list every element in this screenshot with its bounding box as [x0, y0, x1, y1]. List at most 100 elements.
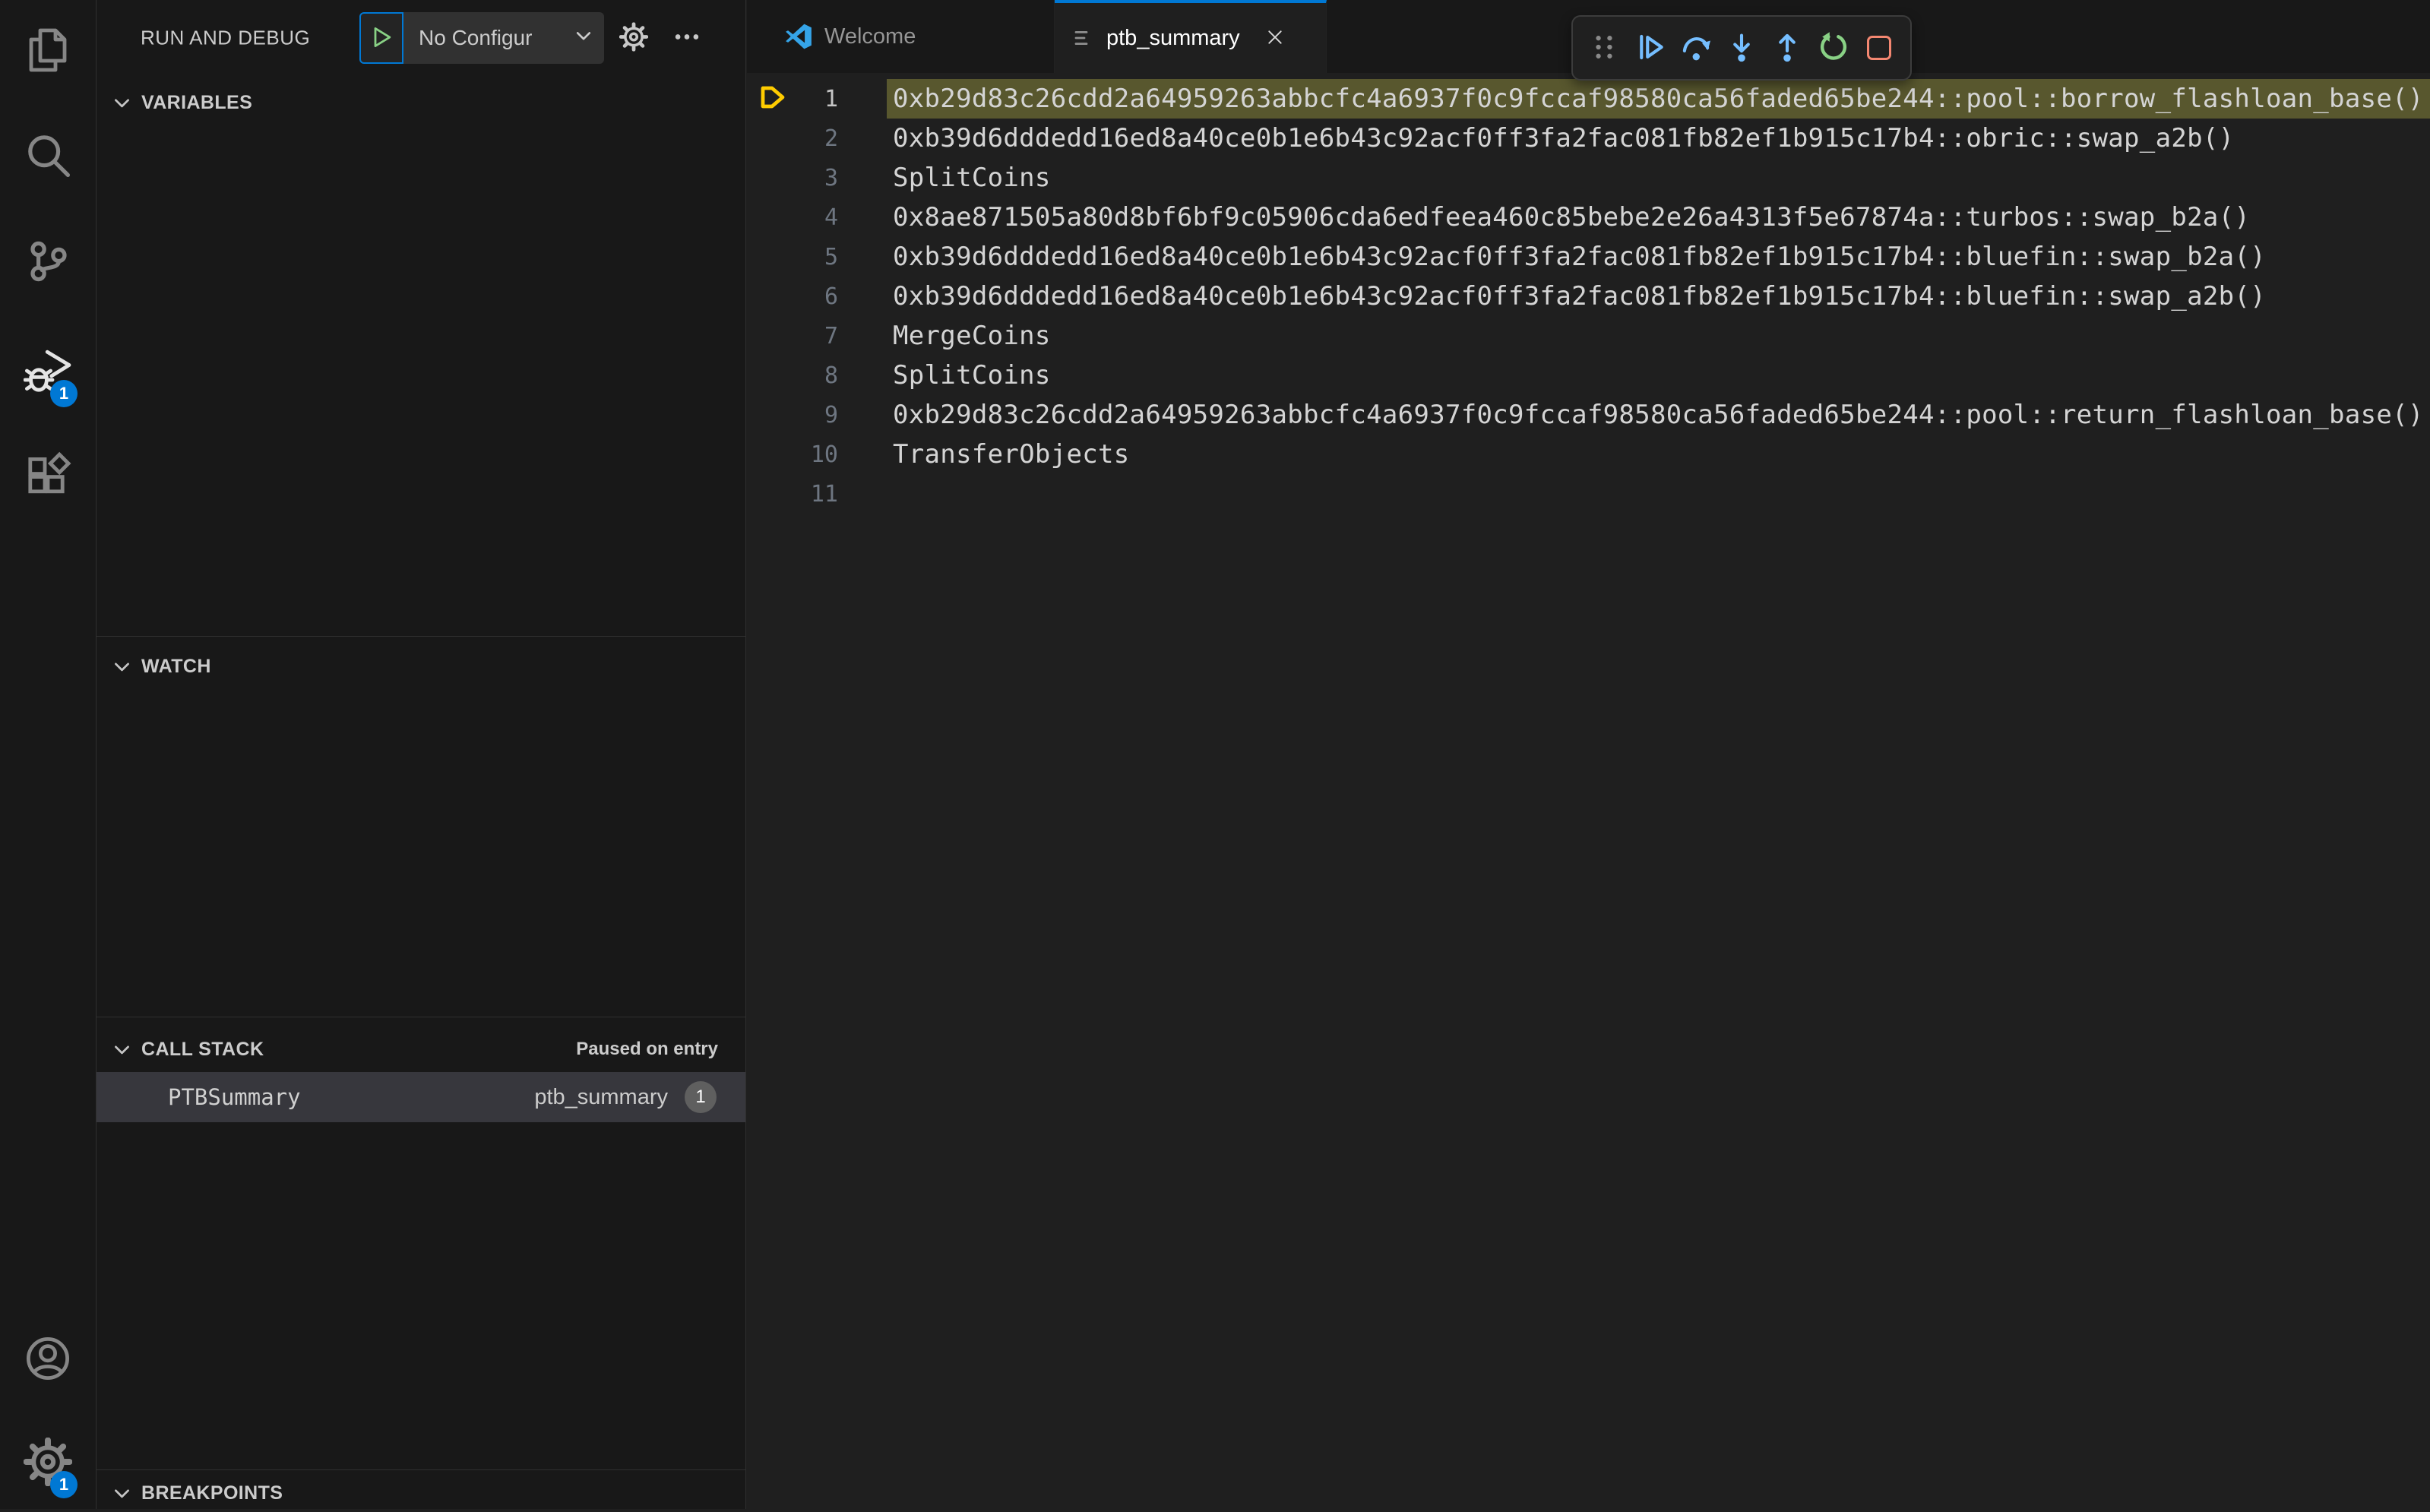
pause-status: Paused on entry: [576, 1039, 718, 1059]
code-text[interactable]: 0xb39d6dddedd16ed8a40ce0b1e6b43c92acf0ff…: [887, 119, 2430, 158]
code-line: 1 0xb29d83c26cdd2a64959263abbcfc4a6937f0…: [747, 79, 2430, 119]
account-button[interactable]: [0, 1311, 96, 1409]
search-icon: [24, 131, 72, 183]
breakpoint-gutter[interactable]: [747, 82, 791, 115]
code-text[interactable]: TransferObjects: [887, 435, 2430, 474]
code-text[interactable]: SplitCoins: [887, 158, 2430, 198]
debug-toolbar: [1571, 15, 1912, 81]
line-number: 10: [810, 441, 838, 468]
toolbar-drag-handle[interactable]: [1584, 24, 1625, 71]
extensions-icon: [24, 451, 72, 504]
sidebar-item-extensions[interactable]: [0, 429, 96, 526]
sidebar-header: RUN AND DEBUG No Configur: [97, 0, 745, 76]
section-watch[interactable]: WATCH: [97, 647, 745, 685]
code-text[interactable]: SplitCoins: [887, 356, 2430, 395]
files-icon: [24, 26, 72, 78]
code-text[interactable]: MergeCoins: [887, 316, 2430, 356]
call-stack-frame[interactable]: PTBSummary ptb_summary 1: [97, 1072, 745, 1122]
chevron-down-icon: [574, 26, 593, 51]
debug-config-dropdown[interactable]: No Configur: [403, 12, 604, 64]
restart-button[interactable]: [1813, 24, 1854, 71]
line-number: 9: [824, 401, 838, 429]
section-breakpoints[interactable]: BREAKPOINTS: [97, 1474, 745, 1512]
line-number: 4: [824, 204, 838, 231]
continue-button[interactable]: [1629, 24, 1670, 71]
chevron-down-icon: [112, 656, 132, 677]
play-icon: [369, 25, 394, 52]
editor-area: Welcome ptb_summary 1 0xb29d83c26cdd2a64…: [747, 0, 2430, 1509]
code-line: 4 0x8ae871505a80d8bf6bf9c05906cda6edfeea…: [747, 198, 2430, 237]
step-over-button[interactable]: [1675, 24, 1717, 71]
line-number: 7: [824, 322, 838, 350]
tab-label: ptb_summary: [1106, 25, 1240, 50]
chevron-down-icon: [112, 1039, 132, 1060]
start-debug-button[interactable]: [359, 12, 403, 64]
code-line: 7 MergeCoins: [747, 316, 2430, 356]
frame-file: ptb_summary: [534, 1084, 668, 1109]
code-line: 8 SplitCoins: [747, 356, 2430, 395]
tab-welcome[interactable]: Welcome: [747, 0, 1055, 73]
section-label: CALL STACK: [141, 1038, 264, 1060]
frame-name: PTBSummary: [168, 1084, 301, 1110]
code-line: 11: [747, 474, 2430, 514]
code-text[interactable]: [887, 474, 2430, 514]
section-label: BREAKPOINTS: [141, 1482, 283, 1504]
grip-icon: [1587, 30, 1621, 66]
continue-icon: [1633, 30, 1666, 66]
stop-icon: [1866, 36, 1891, 60]
code-text[interactable]: 0xb29d83c26cdd2a64959263abbcfc4a6937f0c9…: [887, 79, 2430, 119]
line-number: 6: [824, 283, 838, 310]
sidebar-item-source-control[interactable]: [0, 214, 96, 312]
code-line: 6 0xb39d6dddedd16ed8a40ce0b1e6b43c92acf0…: [747, 277, 2430, 316]
step-into-icon: [1725, 30, 1758, 66]
current-line-arrow-icon: [758, 82, 788, 115]
code-text[interactable]: 0xb39d6dddedd16ed8a40ce0b1e6b43c92acf0ff…: [887, 237, 2430, 277]
sidebar-item-explorer[interactable]: [0, 3, 96, 100]
gear-icon: [619, 22, 649, 54]
line-number: 3: [824, 164, 838, 191]
code-text[interactable]: 0xb39d6dddedd16ed8a40ce0b1e6b43c92acf0ff…: [887, 277, 2430, 316]
step-out-icon: [1770, 30, 1804, 66]
section-variables[interactable]: VARIABLES: [97, 84, 745, 122]
section-divider: [97, 1469, 745, 1470]
sidebar-item-search[interactable]: [0, 108, 96, 205]
run-and-debug-sidebar: RUN AND DEBUG No Configur VARIABLES WATC…: [97, 0, 746, 1509]
section-label: WATCH: [141, 655, 211, 677]
debug-settings-button[interactable]: [619, 22, 649, 54]
code-text[interactable]: 0xb29d83c26cdd2a64959263abbcfc4a6937f0c9…: [887, 395, 2430, 435]
step-over-icon: [1679, 30, 1713, 66]
frame-line-badge: 1: [685, 1081, 717, 1113]
close-tab-button[interactable]: [1261, 24, 1289, 53]
vscode-logo-icon: [785, 23, 812, 50]
section-label: VARIABLES: [141, 91, 253, 113]
settings-badge: 1: [50, 1471, 78, 1498]
code-line: 9 0xb29d83c26cdd2a64959263abbcfc4a6937f0…: [747, 395, 2430, 435]
code-line: 2 0xb39d6dddedd16ed8a40ce0b1e6b43c92acf0…: [747, 119, 2430, 158]
stop-button[interactable]: [1859, 24, 1900, 71]
line-number: 2: [824, 125, 838, 152]
launch-widget: No Configur: [359, 12, 604, 64]
sidebar-title: RUN AND DEBUG: [141, 26, 311, 49]
restart-icon: [1817, 30, 1850, 66]
code-text[interactable]: 0x8ae871505a80d8bf6bf9c05906cda6edfeea46…: [887, 198, 2430, 237]
more-actions-button[interactable]: [672, 23, 701, 54]
settings-button[interactable]: 1: [0, 1415, 96, 1512]
debug-config-label: No Configur: [419, 26, 533, 49]
step-into-button[interactable]: [1721, 24, 1762, 71]
activity-bar: 1 1: [0, 0, 97, 1509]
source-control-icon: [24, 237, 72, 289]
tab-ptb-summary[interactable]: ptb_summary: [1055, 0, 1327, 73]
line-number: 5: [824, 243, 838, 270]
tab-label: Welcome: [824, 24, 916, 49]
step-out-button[interactable]: [1767, 24, 1808, 71]
chevron-down-icon: [112, 1483, 132, 1504]
sidebar-item-run-and-debug[interactable]: 1: [0, 324, 96, 421]
list-icon: [1071, 26, 1096, 50]
section-call-stack[interactable]: CALL STACK Paused on entry: [97, 1030, 745, 1068]
line-number: 8: [824, 362, 838, 389]
debug-badge: 1: [50, 380, 78, 407]
ellipsis-icon: [672, 23, 701, 54]
line-number: 1: [824, 85, 838, 112]
code-line: 3 SplitCoins: [747, 158, 2430, 198]
code-editor: 1 0xb29d83c26cdd2a64959263abbcfc4a6937f0…: [747, 73, 2430, 1509]
